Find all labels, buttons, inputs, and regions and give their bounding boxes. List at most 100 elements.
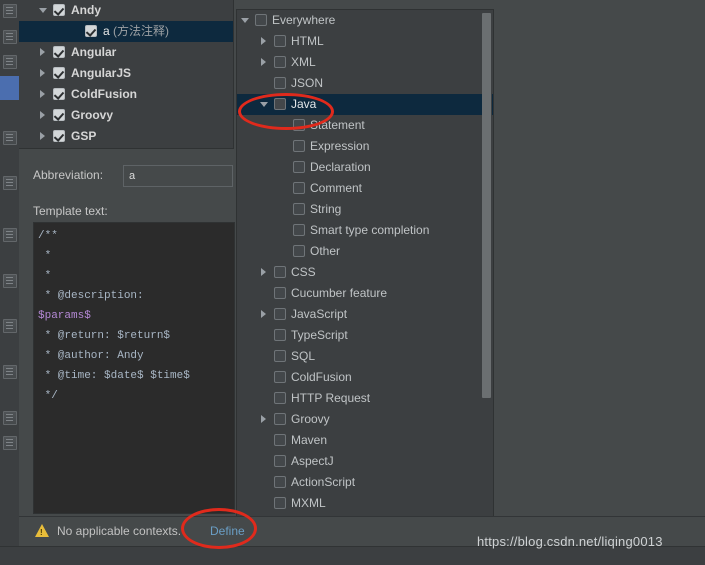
context-tree-rows[interactable]: Everywhere HTML XML JSON Java Statement Expres… xyxy=(237,10,493,514)
context-row-label: Statement xyxy=(310,118,365,132)
context-checkbox[interactable] xyxy=(293,182,305,194)
context-tree-row[interactable]: JSON xyxy=(237,73,493,94)
context-checkbox[interactable] xyxy=(274,434,286,446)
watermark-url: https://blog.csdn.net/liqing0013 xyxy=(477,534,663,549)
context-tree-row[interactable]: XML xyxy=(237,52,493,73)
define-link[interactable]: Define xyxy=(210,524,245,538)
context-checkbox[interactable] xyxy=(274,371,286,383)
template-tree-row[interactable]: ColdFusion xyxy=(19,84,233,105)
context-tree-row[interactable]: ColdFusion xyxy=(237,367,493,388)
abbreviation-input[interactable] xyxy=(123,165,233,187)
context-checkbox[interactable] xyxy=(274,476,286,488)
context-row-label: SQL xyxy=(291,349,316,363)
tree-checkbox[interactable] xyxy=(53,109,65,121)
context-checkbox[interactable] xyxy=(274,497,286,509)
context-tree-scrollbar[interactable] xyxy=(482,11,492,516)
scrollbar-thumb[interactable] xyxy=(482,13,491,398)
context-checkbox[interactable] xyxy=(293,245,305,257)
gutter-selected-item[interactable] xyxy=(0,76,19,100)
context-tree-row[interactable]: Declaration xyxy=(237,157,493,178)
tree-checkbox[interactable] xyxy=(53,4,65,16)
chevron-right-icon[interactable] xyxy=(260,37,269,46)
chevron-down-icon[interactable] xyxy=(260,100,269,109)
chevron-right-icon[interactable] xyxy=(39,90,48,99)
context-tree-row[interactable]: Comment xyxy=(237,178,493,199)
context-tree-row[interactable]: Other xyxy=(237,241,493,262)
tree-checkbox[interactable] xyxy=(53,67,65,79)
context-tree-row[interactable]: Maven xyxy=(237,430,493,451)
context-row-label: AspectJ xyxy=(291,454,334,468)
template-text-label-text: Template text: xyxy=(33,204,108,218)
context-checkbox[interactable] xyxy=(274,392,286,404)
context-tree-row[interactable]: String xyxy=(237,199,493,220)
context-checkbox[interactable] xyxy=(293,161,305,173)
tree-row-label: Andy xyxy=(71,3,101,17)
context-checkbox[interactable] xyxy=(293,203,305,215)
tree-checkbox[interactable] xyxy=(53,88,65,100)
chevron-right-icon[interactable] xyxy=(260,310,269,319)
context-checkbox[interactable] xyxy=(274,98,286,110)
applicable-contexts-tree[interactable]: Everywhere HTML XML JSON Java Statement Expres… xyxy=(236,9,494,518)
template-tree-row[interactable]: Andy xyxy=(19,0,233,21)
chevron-right-icon[interactable] xyxy=(260,58,269,67)
context-row-label: Everywhere xyxy=(272,13,336,27)
file-icon xyxy=(3,411,17,425)
context-tree-row[interactable]: Statement xyxy=(237,115,493,136)
context-checkbox[interactable] xyxy=(274,308,286,320)
chevron-down-icon[interactable] xyxy=(241,16,250,25)
context-checkbox[interactable] xyxy=(274,35,286,47)
tree-checkbox[interactable] xyxy=(53,130,65,142)
context-tree-row[interactable]: SQL xyxy=(237,346,493,367)
tree-checkbox[interactable] xyxy=(85,25,97,37)
template-tree-row[interactable]: Groovy xyxy=(19,105,233,126)
chevron-right-icon[interactable] xyxy=(39,111,48,120)
chevron-right-icon[interactable] xyxy=(39,48,48,57)
context-checkbox[interactable] xyxy=(274,266,286,278)
template-code-line: $params$ xyxy=(38,310,91,322)
chevron-right-icon[interactable] xyxy=(39,132,48,141)
context-checkbox[interactable] xyxy=(274,56,286,68)
context-checkbox[interactable] xyxy=(274,350,286,362)
context-tree-row[interactable]: ActionScript xyxy=(237,472,493,493)
context-tree-row[interactable]: AspectJ xyxy=(237,451,493,472)
chevron-right-icon[interactable] xyxy=(39,69,48,78)
left-column: Andy a (方法注释) Angular AngularJS ColdFusion Gr… xyxy=(19,0,235,520)
context-checkbox[interactable] xyxy=(293,224,305,236)
context-tree-row[interactable]: JavaScript xyxy=(237,304,493,325)
context-tree-row[interactable]: Expression xyxy=(237,136,493,157)
context-tree-row[interactable]: Groovy xyxy=(237,409,493,430)
context-tree-row[interactable]: Java xyxy=(237,94,493,115)
context-tree-row[interactable]: HTML xyxy=(237,31,493,52)
context-checkbox[interactable] xyxy=(293,140,305,152)
context-checkbox[interactable] xyxy=(274,329,286,341)
context-row-label: XML xyxy=(291,55,316,69)
context-tree-row[interactable]: CSS xyxy=(237,262,493,283)
context-checkbox[interactable] xyxy=(274,77,286,89)
context-row-label: MXML xyxy=(291,496,326,510)
context-tree-row[interactable]: TypeScript xyxy=(237,325,493,346)
template-tree-row[interactable]: Angular xyxy=(19,42,233,63)
context-checkbox[interactable] xyxy=(274,413,286,425)
context-tree-row[interactable]: Smart type completion xyxy=(237,220,493,241)
template-tree-row[interactable]: AngularJS xyxy=(19,63,233,84)
template-tree-row[interactable]: GSP xyxy=(19,126,233,147)
context-tree-row[interactable]: Everywhere xyxy=(237,10,493,31)
chevron-right-icon[interactable] xyxy=(260,415,269,424)
template-tree-row[interactable]: a (方法注释) xyxy=(19,21,233,42)
context-checkbox[interactable] xyxy=(293,119,305,131)
template-text-label: Template text: xyxy=(33,204,108,218)
tree-row-label: Groovy xyxy=(71,108,114,122)
template-text-editor[interactable]: /** * * * @description: $params$ * @retur… xyxy=(33,222,235,514)
templates-tree[interactable]: Andy a (方法注释) Angular AngularJS ColdFusion Gr… xyxy=(19,0,234,149)
context-tree-row[interactable]: Cucumber feature xyxy=(237,283,493,304)
context-checkbox[interactable] xyxy=(255,14,267,26)
chevron-down-icon[interactable] xyxy=(39,6,48,15)
context-checkbox[interactable] xyxy=(274,287,286,299)
context-tree-row[interactable]: HTTP Request xyxy=(237,388,493,409)
tree-checkbox[interactable] xyxy=(53,46,65,58)
context-checkbox[interactable] xyxy=(274,455,286,467)
context-tree-row[interactable]: MXML xyxy=(237,493,493,514)
file-icon xyxy=(3,365,17,379)
chevron-right-icon[interactable] xyxy=(260,268,269,277)
context-row-label: HTTP Request xyxy=(291,391,371,405)
